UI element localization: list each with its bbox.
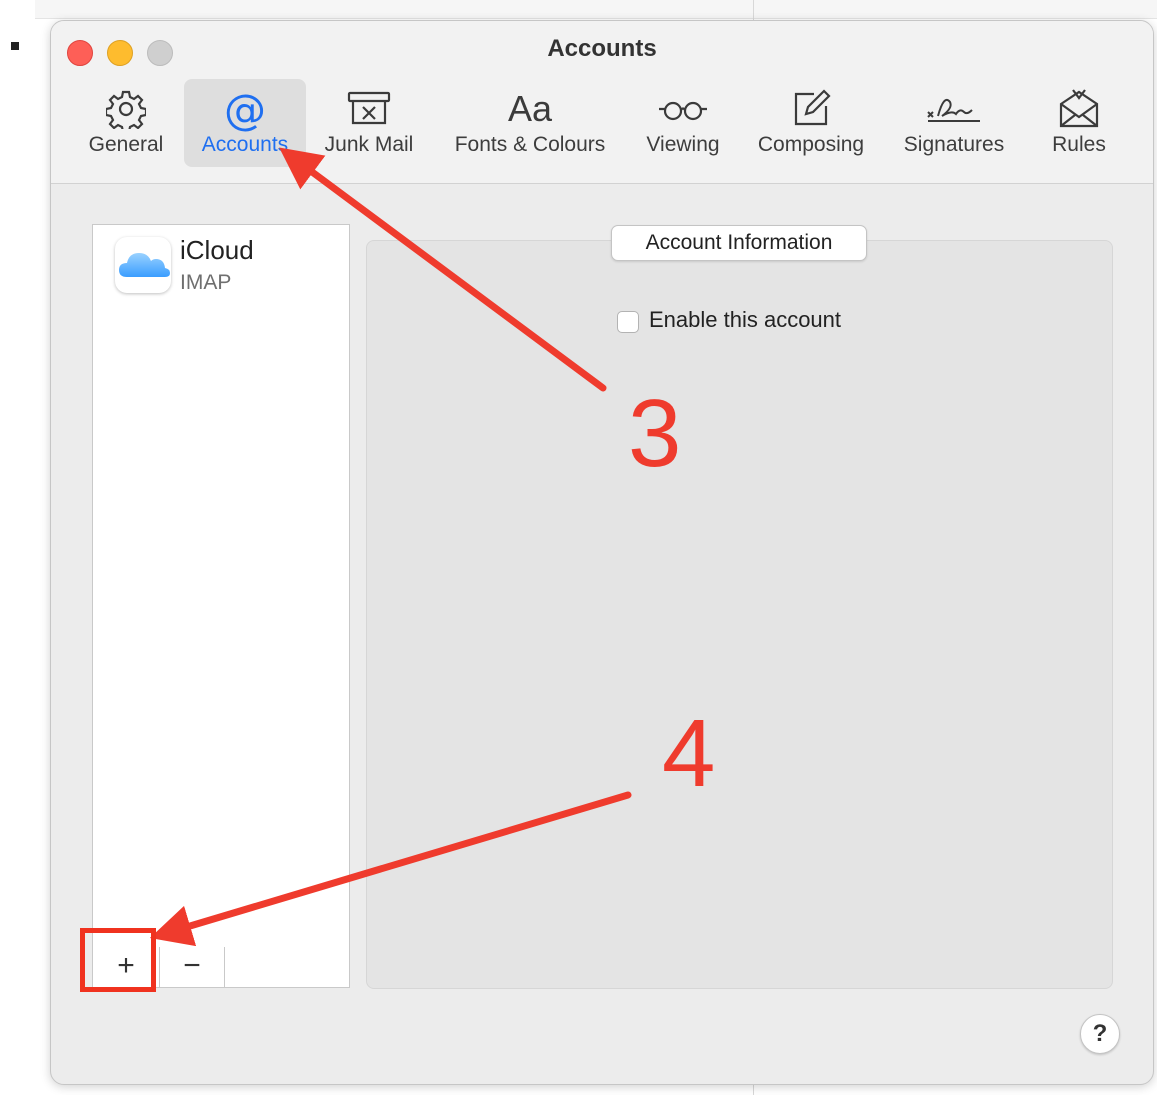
remove-account-button[interactable]: − — [160, 947, 225, 987]
tab-viewing-label: Viewing — [646, 133, 720, 156]
add-account-button[interactable]: + — [93, 947, 160, 987]
tab-composing-label: Composing — [757, 133, 865, 156]
enable-account-label[interactable]: Enable this account — [649, 307, 841, 333]
rules-envelope-icon — [1041, 87, 1117, 131]
enable-account-checkbox[interactable] — [617, 311, 639, 333]
tab-fonts-colours[interactable]: Aa Fonts & Colours — [446, 79, 614, 167]
account-name: iCloud — [180, 235, 254, 265]
tab-composing[interactable]: Composing — [755, 79, 867, 167]
icloud-icon — [115, 237, 171, 293]
fonts-icon: Aa — [507, 88, 553, 129]
tab-general[interactable]: General — [81, 79, 171, 167]
tab-signatures-label: Signatures — [903, 133, 1005, 156]
help-button[interactable]: ? — [1080, 1014, 1120, 1054]
list-item[interactable]: iCloud IMAP — [93, 225, 349, 305]
tab-junk-mail[interactable]: Junk Mail — [325, 79, 413, 167]
tab-accounts-label: Accounts — [201, 133, 289, 156]
account-information-tab[interactable]: Account Information — [611, 225, 867, 261]
tab-rules-label: Rules — [1052, 133, 1106, 156]
at-sign-icon: @ — [224, 84, 266, 134]
preferences-window: Accounts General @ Accounts Junk Mail Aa… — [50, 20, 1154, 1085]
account-type: IMAP — [180, 271, 232, 294]
junk-bin-icon — [325, 87, 413, 131]
tab-fonts-colours-label: Fonts & Colours — [454, 133, 606, 156]
signature-icon — [901, 87, 1007, 131]
compose-icon — [755, 87, 867, 131]
list-bullet — [11, 42, 19, 50]
background-window-edge — [35, 0, 1157, 19]
preferences-toolbar: Accounts General @ Accounts Junk Mail Aa… — [51, 21, 1153, 184]
tab-rules[interactable]: Rules — [1041, 79, 1117, 167]
window-title: Accounts — [547, 35, 657, 62]
tab-viewing[interactable]: Viewing — [643, 79, 723, 167]
list-button-bar: + − — [92, 947, 350, 988]
tab-junk-mail-label: Junk Mail — [324, 133, 414, 156]
tab-accounts[interactable]: @ Accounts — [184, 79, 306, 167]
gear-icon — [81, 87, 171, 131]
tab-signatures[interactable]: Signatures — [901, 79, 1007, 167]
glasses-icon — [643, 87, 723, 131]
account-info-panel — [366, 240, 1113, 989]
accounts-list: iCloud IMAP — [92, 224, 350, 949]
